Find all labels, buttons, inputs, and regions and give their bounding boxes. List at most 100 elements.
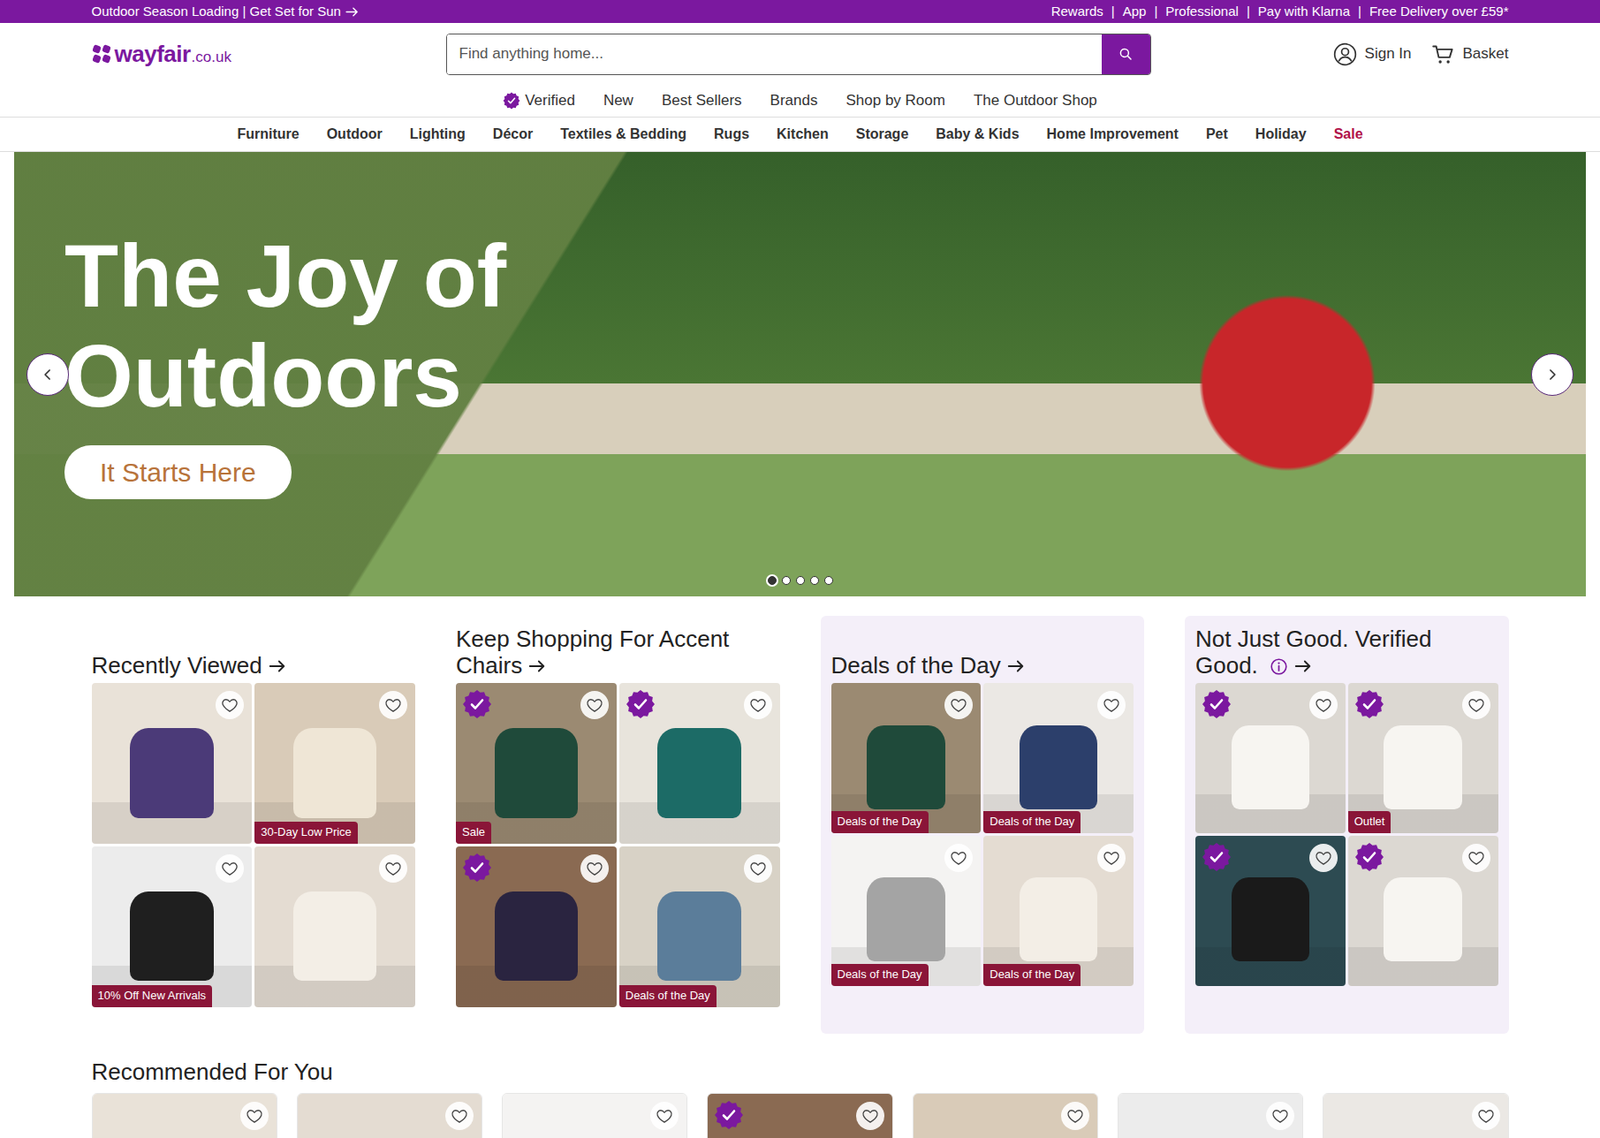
- product-tile[interactable]: [619, 682, 781, 844]
- chevron-left-icon[interactable]: [38, 365, 57, 384]
- recommended-tile[interactable]: [912, 1092, 1099, 1138]
- product-tile[interactable]: 30-Day Low Price: [254, 682, 416, 844]
- secondary-nav-item[interactable]: New: [603, 89, 634, 113]
- promo-link[interactable]: App: [1122, 1, 1147, 23]
- save-button[interactable]: [1309, 690, 1338, 720]
- logo-icon[interactable]: [91, 44, 112, 64]
- secondary-nav-item[interactable]: Verified: [502, 89, 576, 113]
- section-title-text[interactable]: Keep Shopping For Accent Chairs: [455, 625, 729, 679]
- category-link[interactable]: Sale: [1334, 123, 1364, 145]
- product-tile[interactable]: [1195, 682, 1346, 834]
- cart-icon[interactable]: [1431, 42, 1456, 67]
- category-link[interactable]: Lighting: [409, 123, 466, 145]
- save-button[interactable]: [1462, 690, 1491, 720]
- section-title-text[interactable]: Not Just Good. Verified Good.: [1195, 625, 1432, 679]
- slide-dot[interactable]: [824, 576, 834, 585]
- product-tile[interactable]: [1348, 835, 1499, 986]
- search-button[interactable]: [1101, 34, 1151, 75]
- section-link[interactable]: Keep Shopping For Accent Chairs: [455, 626, 781, 680]
- logo-name[interactable]: wayfair: [114, 37, 191, 72]
- secondary-nav-label[interactable]: Shop by Room: [845, 89, 945, 113]
- save-button[interactable]: [1097, 690, 1126, 720]
- category-link[interactable]: Pet: [1205, 123, 1229, 145]
- slide-dot[interactable]: [767, 576, 777, 585]
- section-title-text[interactable]: Recently Viewed: [91, 652, 263, 679]
- recommended-tile[interactable]: [296, 1092, 483, 1138]
- search-input[interactable]: [447, 34, 1102, 75]
- save-button[interactable]: [856, 1101, 885, 1130]
- save-button[interactable]: [580, 690, 609, 720]
- recommended-tile[interactable]: [1117, 1092, 1304, 1138]
- save-button[interactable]: [1097, 843, 1126, 873]
- save-button[interactable]: [1061, 1101, 1090, 1130]
- category-link[interactable]: Outdoor: [326, 123, 383, 145]
- category-link[interactable]: Holiday: [1255, 123, 1307, 145]
- recommended-tile[interactable]: [706, 1092, 893, 1138]
- save-button[interactable]: [650, 1101, 679, 1130]
- user-icon[interactable]: [1333, 42, 1358, 67]
- save-button[interactable]: [944, 690, 973, 720]
- category-link[interactable]: Baby & Kids: [935, 123, 1019, 145]
- logo-domain[interactable]: .co.uk: [191, 45, 232, 72]
- basket-label[interactable]: Basket: [1463, 42, 1510, 66]
- sign-in-label[interactable]: Sign In: [1364, 42, 1412, 66]
- secondary-nav-label[interactable]: Best Sellers: [661, 89, 743, 113]
- product-tile[interactable]: [91, 682, 253, 844]
- save-button[interactable]: [215, 854, 244, 883]
- arrow-icon[interactable]: [527, 656, 547, 676]
- previous-slide-button[interactable]: [26, 353, 69, 396]
- secondary-nav-item[interactable]: Best Sellers: [661, 89, 743, 113]
- category-link[interactable]: Home Improvement: [1046, 123, 1179, 145]
- secondary-nav-label[interactable]: Verified: [524, 89, 576, 113]
- product-tile[interactable]: [455, 846, 617, 1008]
- basket-link[interactable]: Basket: [1431, 42, 1510, 67]
- secondary-nav-item[interactable]: Shop by Room: [845, 89, 945, 113]
- product-tile[interactable]: 10% Off New Arrivals: [91, 846, 253, 1008]
- category-link[interactable]: Décor: [492, 123, 533, 145]
- recommended-tile[interactable]: [501, 1092, 688, 1138]
- secondary-nav-label[interactable]: The Outdoor Shop: [973, 89, 1098, 113]
- save-button[interactable]: [580, 854, 609, 883]
- save-button[interactable]: [1462, 843, 1491, 873]
- promo-link[interactable]: Free Delivery over £59*: [1369, 1, 1510, 23]
- info-icon[interactable]: [1269, 657, 1289, 676]
- secondary-nav-label[interactable]: New: [603, 89, 634, 113]
- product-tile[interactable]: [1195, 835, 1346, 986]
- slide-dot[interactable]: [781, 576, 791, 585]
- promo-message[interactable]: Outdoor Season Loading | Get Set for Sun: [91, 1, 360, 23]
- save-button[interactable]: [240, 1101, 269, 1130]
- search-icon[interactable]: [1117, 45, 1134, 62]
- category-link[interactable]: Furniture: [236, 123, 299, 145]
- save-button[interactable]: [944, 843, 973, 873]
- slide-dot[interactable]: [796, 576, 805, 585]
- product-tile[interactable]: Deals of the Day: [983, 682, 1134, 834]
- save-button[interactable]: [743, 854, 773, 883]
- recommended-tile[interactable]: [1322, 1092, 1509, 1138]
- promo-link[interactable]: Rewards: [1051, 1, 1104, 23]
- section-link[interactable]: Not Just Good. Verified Good.: [1195, 626, 1499, 680]
- sign-in-link[interactable]: Sign In: [1333, 42, 1412, 67]
- secondary-nav-item[interactable]: Brands: [770, 89, 819, 113]
- arrow-icon[interactable]: [344, 4, 360, 20]
- product-tile[interactable]: Deals of the Day: [831, 835, 982, 986]
- product-tile[interactable]: [254, 846, 416, 1008]
- next-slide-button[interactable]: [1531, 353, 1574, 396]
- secondary-nav-item[interactable]: The Outdoor Shop: [973, 89, 1098, 113]
- product-tile[interactable]: Deals of the Day: [831, 682, 982, 834]
- category-link[interactable]: Rugs: [713, 123, 750, 145]
- save-button[interactable]: [1309, 843, 1338, 873]
- save-button[interactable]: [1266, 1101, 1295, 1130]
- category-link[interactable]: Storage: [856, 123, 910, 145]
- arrow-icon[interactable]: [1006, 656, 1026, 676]
- product-tile[interactable]: Deals of the Day: [983, 835, 1134, 986]
- chevron-right-icon[interactable]: [1543, 365, 1562, 384]
- category-link[interactable]: Kitchen: [776, 123, 829, 145]
- slide-dot[interactable]: [810, 576, 819, 585]
- hero-cta-button[interactable]: It Starts Here: [64, 445, 292, 500]
- arrow-icon[interactable]: [267, 656, 288, 676]
- section-title-text[interactable]: Deals of the Day: [831, 652, 1001, 679]
- logo[interactable]: wayfair.co.uk: [91, 37, 232, 72]
- promo-text[interactable]: Outdoor Season Loading | Get Set for Sun: [91, 1, 342, 23]
- section-link[interactable]: Deals of the Day: [831, 652, 1026, 680]
- promo-link[interactable]: Pay with Klarna: [1258, 1, 1350, 23]
